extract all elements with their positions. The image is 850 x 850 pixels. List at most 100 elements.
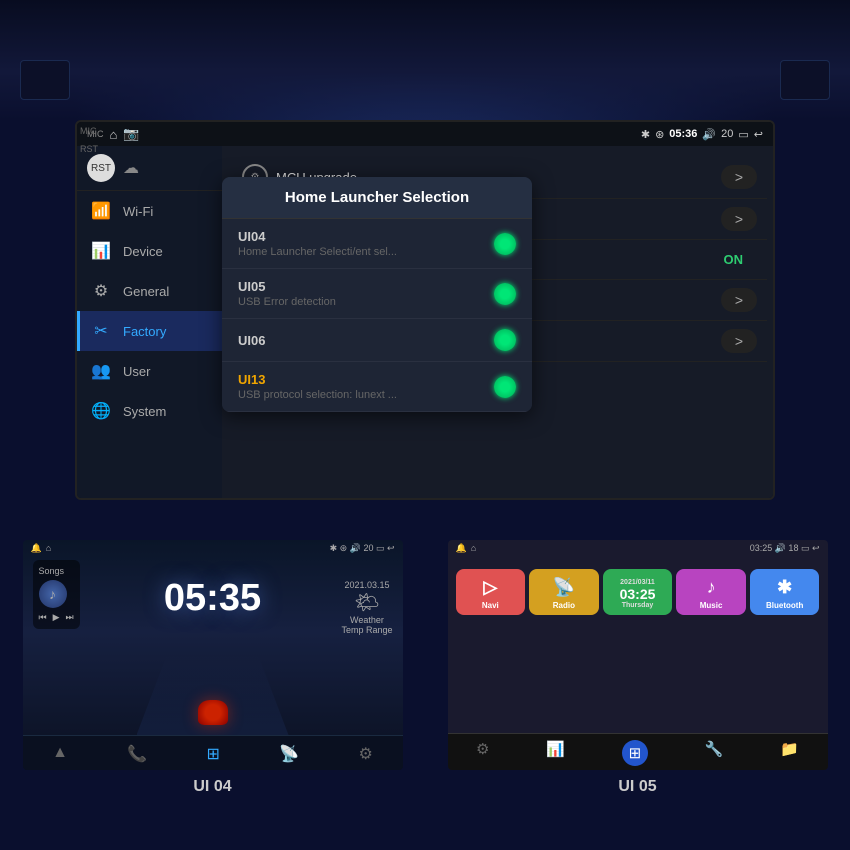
ui05-status-text: 03:25 🔊 18 ▭ ↩ <box>750 543 820 553</box>
status-time: 05:36 <box>669 128 697 140</box>
volume-level: 20 <box>721 128 733 140</box>
clock-time: 03:25 <box>620 586 656 602</box>
next-icon[interactable]: ⏭ <box>66 612 74 623</box>
ui13-label: UI13 <box>238 372 397 387</box>
wifi-status-icon: ⊛ <box>655 128 664 141</box>
ui13-label-group: UI13 USB protocol selection: lunext ... <box>238 372 397 401</box>
ui05-folder-icon[interactable]: 📁 <box>780 740 799 766</box>
user-icon: 👥 <box>91 361 111 381</box>
ui04-panel: 🔔 ⌂ ✱ ⊛ 🔊 20 ▭ ↩ Songs ♪ ⏮ ▶ ⏭ <box>0 530 425 850</box>
dropdown-overlay: Home Launcher Selection UI04 Home Launch… <box>222 177 532 412</box>
ui13-toggle[interactable] <box>494 376 516 398</box>
ui06-toggle[interactable] <box>494 329 516 351</box>
ui05-toggle[interactable] <box>494 283 516 305</box>
back-icon[interactable]: ↩ <box>754 128 763 141</box>
clock-date: 2021/03/11 <box>620 579 655 586</box>
weather-label: Weather <box>341 615 392 625</box>
dropdown-item-ui06[interactable]: UI06 <box>222 319 532 362</box>
app-tile-bluetooth[interactable]: ✱ Bluetooth <box>750 569 820 615</box>
prev-icon[interactable]: ⏮ <box>39 612 47 623</box>
app-tile-navi[interactable]: ▷ Navi <box>456 569 526 615</box>
ui04-car <box>198 700 228 725</box>
ui04-label: UI 04 <box>193 778 231 796</box>
bluetooth-app-icon: ✱ <box>777 577 792 598</box>
bluetooth-status-icon: ✱ <box>641 128 650 141</box>
sidebar-item-user[interactable]: 👥 User <box>77 351 222 391</box>
ui05-label: UI 05 <box>618 778 656 796</box>
sidebar-item-device[interactable]: 📊 Device <box>77 231 222 271</box>
usb-protocol-arrow[interactable]: > <box>721 288 757 312</box>
ui04-status-left: 🔔 ⌂ <box>31 543 52 554</box>
play-icon[interactable]: ▶ <box>53 612 60 623</box>
app-tile-music[interactable]: ♪ Music <box>676 569 746 615</box>
sidebar-general-label: General <box>123 284 169 299</box>
ui04-label-group: UI04 Home Launcher Selecti/ent sel... <box>238 229 397 258</box>
dropdown-item-ui05[interactable]: UI05 USB Error detection <box>222 269 532 319</box>
ui05-label-group: UI05 USB Error detection <box>238 279 336 308</box>
ui05-label: UI05 <box>238 279 336 294</box>
radio-icon: 📡 <box>553 577 575 598</box>
weather-date: 2021.03.15 <box>341 580 392 590</box>
ui05-chart-icon[interactable]: 📊 <box>546 740 565 766</box>
ui05-status-right: 03:25 🔊 18 ▭ ↩ <box>750 543 820 554</box>
export-arrow[interactable]: > <box>721 329 757 353</box>
home-icon[interactable]: ⌂ <box>110 127 118 142</box>
ui05-home-icon: ⌂ <box>471 543 476 554</box>
nav-arrow-icon[interactable]: ▲ <box>52 744 68 764</box>
dropdown-item-ui13[interactable]: UI13 USB protocol selection: lunext ... <box>222 362 532 412</box>
camera-icon[interactable]: 📷 <box>123 126 139 142</box>
ui04-status-bar: 🔔 ⌂ ✱ ⊛ 🔊 20 ▭ ↩ <box>23 540 403 557</box>
ui05-status-left: 🔔 ⌂ <box>456 543 477 554</box>
mic-label-ext: MIC <box>80 126 97 136</box>
ui04-music-widget: Songs ♪ ⏮ ▶ ⏭ <box>33 560 80 629</box>
factory-icon: ✂ <box>91 321 111 341</box>
sidebar-wifi-label: Wi-Fi <box>123 204 153 219</box>
ui05-panel: 🔔 ⌂ 03:25 🔊 18 ▭ ↩ ▷ Navi 📡 Radio <box>425 530 850 850</box>
nav-grid-icon[interactable]: ⊞ <box>207 744 220 764</box>
navi-label: Navi <box>482 601 499 610</box>
nav-phone-icon[interactable]: 📞 <box>127 744 147 764</box>
rst-button[interactable]: RST <box>87 154 115 182</box>
sidebar-item-wifi[interactable]: 📶 Wi-Fi <box>77 191 222 231</box>
ui05-grid-icon[interactable]: ⊞ <box>622 740 648 766</box>
ui05-sublabel: USB Error detection <box>238 296 336 308</box>
ui05-bottom-bar: ⚙ 📊 ⊞ 🔧 📁 <box>448 733 828 770</box>
music-app-label: Music <box>700 601 723 610</box>
ui-select-arrow[interactable]: > <box>721 207 757 231</box>
status-bar: MIC ⌂ 📷 ✱ ⊛ 05:36 🔊 20 ▭ ↩ <box>77 122 773 146</box>
on-badge[interactable]: ON <box>710 248 758 271</box>
music-app-icon: ♪ <box>707 577 716 598</box>
sidebar-system-label: System <box>123 404 166 419</box>
ui05-settings-icon[interactable]: ⚙ <box>476 740 489 766</box>
nav-antenna-icon[interactable]: 📡 <box>279 744 299 764</box>
ui04-weather-widget: 2021.03.15 🌤 Weather Temp Range <box>341 580 392 635</box>
bottom-panels: 🔔 ⌂ ✱ ⊛ 🔊 20 ▭ ↩ Songs ♪ ⏮ ▶ ⏭ <box>0 530 850 850</box>
sidebar-item-system[interactable]: 🌐 System <box>77 391 222 431</box>
ui04-label: UI04 <box>238 229 397 244</box>
notification-icon: 🔔 <box>31 543 42 554</box>
app-tile-clock[interactable]: 2021/03/11 03:25 Thursday <box>603 569 673 615</box>
mcu-arrow[interactable]: > <box>721 165 757 189</box>
songs-label: Songs <box>39 566 74 576</box>
app-tile-radio[interactable]: 📡 Radio <box>529 569 599 615</box>
sidebar-user-label: User <box>123 364 150 379</box>
nav-settings-icon[interactable]: ⚙ <box>359 744 373 764</box>
ui05-tool-icon[interactable]: 🔧 <box>705 740 724 766</box>
ui04-status-right: ✱ ⊛ 🔊 20 ▭ ↩ <box>330 543 395 554</box>
sidebar-item-factory[interactable]: ✂ Factory <box>77 311 222 351</box>
playback-controls: ⏮ ▶ ⏭ <box>39 612 74 623</box>
sidebar-item-general[interactable]: ⚙ General <box>77 271 222 311</box>
ui13-sublabel: USB protocol selection: lunext ... <box>238 389 397 401</box>
sidebar-factory-label: Factory <box>123 324 166 339</box>
status-right: ✱ ⊛ 05:36 🔊 20 ▭ ↩ <box>641 128 763 141</box>
ui06-label: UI06 <box>238 333 265 348</box>
ui05-screen: 🔔 ⌂ 03:25 🔊 18 ▭ ↩ ▷ Navi 📡 Radio <box>448 540 828 770</box>
dropdown-item-ui04[interactable]: UI04 Home Launcher Selecti/ent sel... <box>222 219 532 269</box>
sidebar-top-icon: ☁ <box>123 158 139 178</box>
navi-icon: ▷ <box>483 577 497 598</box>
volume-icon: 🔊 <box>702 128 716 141</box>
clock-day: Thursday <box>622 602 654 609</box>
ui04-toggle[interactable] <box>494 233 516 255</box>
wifi-icon: 📶 <box>91 201 111 221</box>
battery-icon: ▭ <box>738 128 748 141</box>
